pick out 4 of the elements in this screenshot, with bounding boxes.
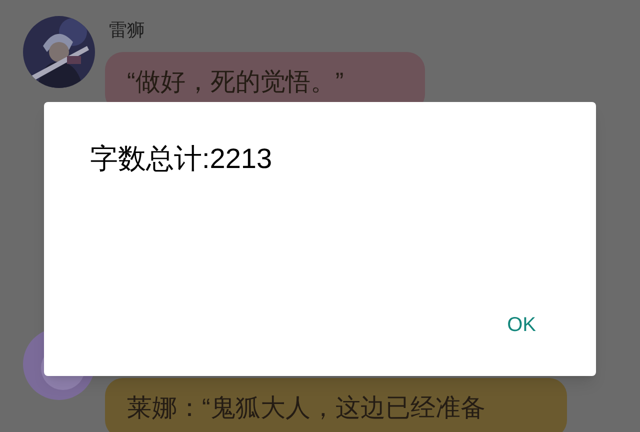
message-bubble: 莱娜：“鬼狐大人，这边已经准备 bbox=[105, 378, 567, 432]
sender-name: 雷狮 bbox=[109, 19, 146, 42]
dialog-message: 字数总计:2213 bbox=[90, 142, 272, 176]
ok-button[interactable]: OK bbox=[499, 306, 544, 344]
